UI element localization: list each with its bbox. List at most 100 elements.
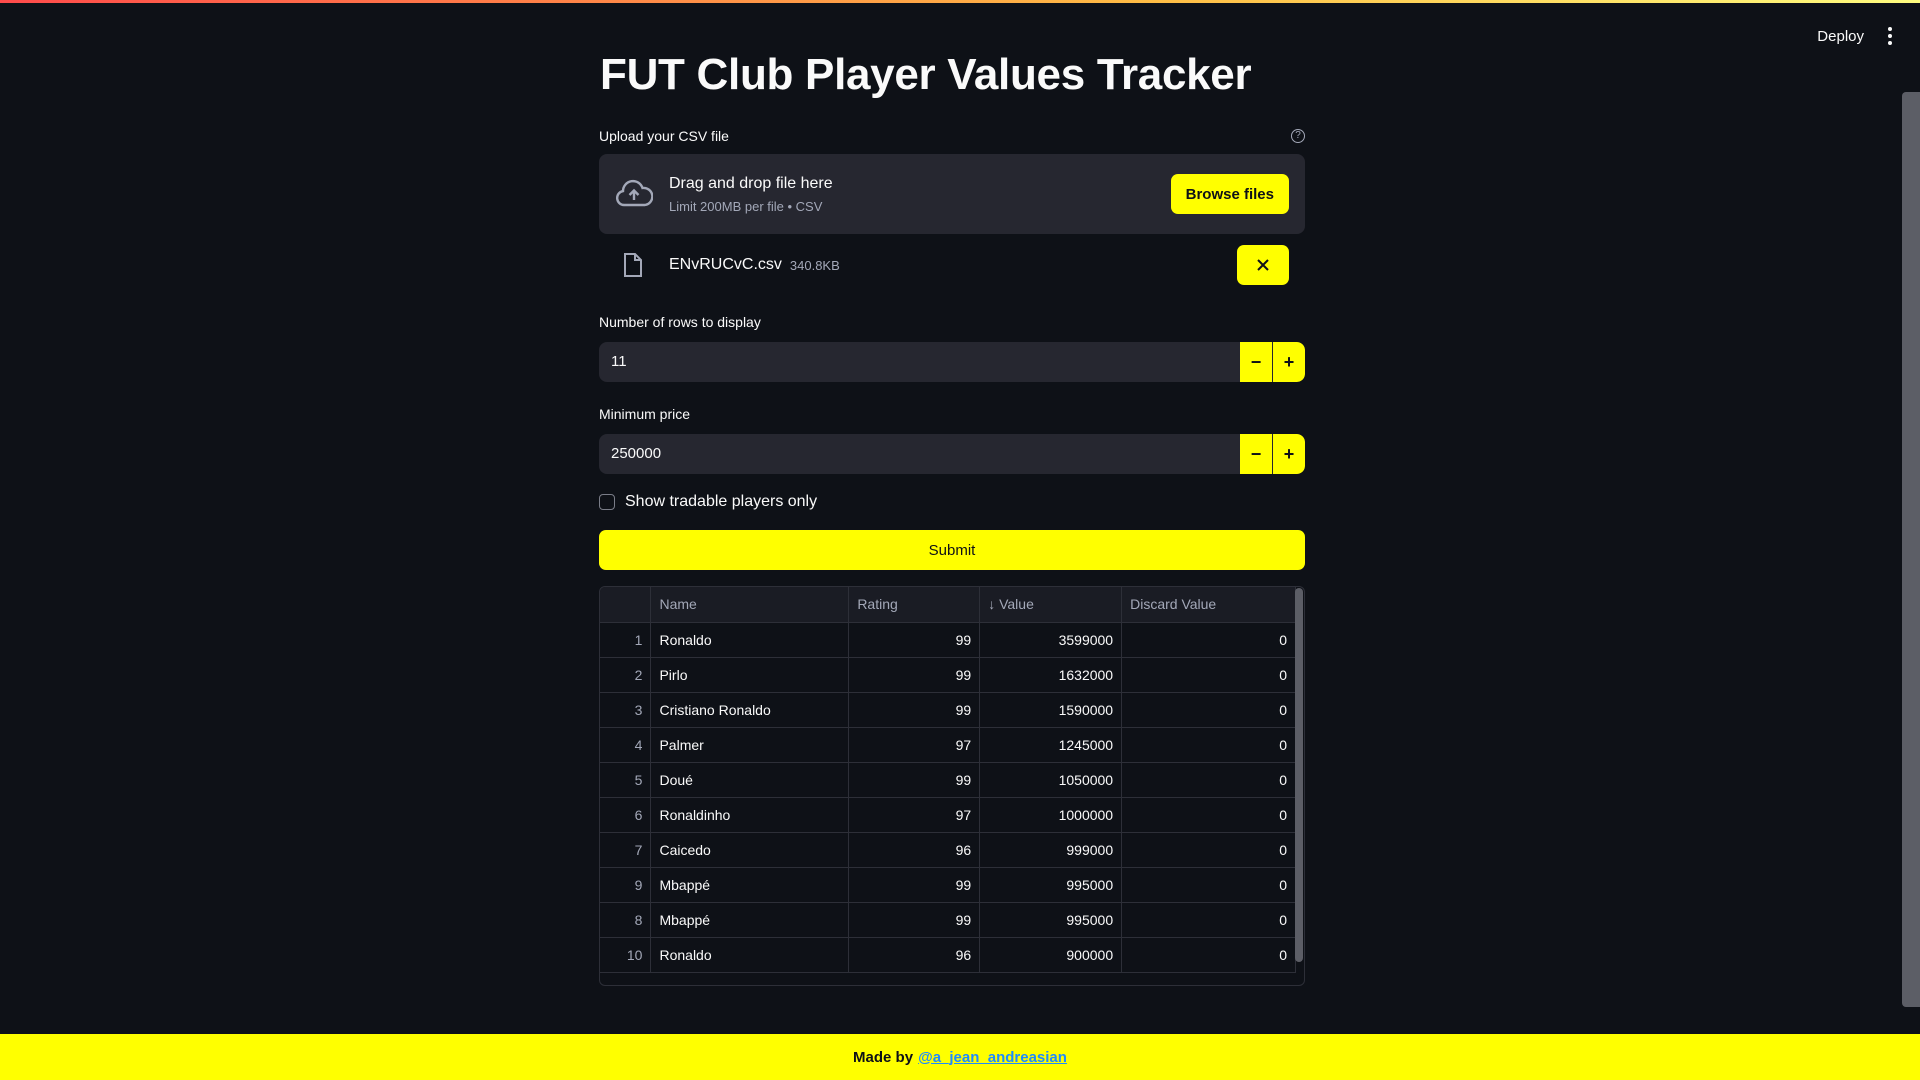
price-input-field[interactable]: 250000 [599,434,1240,474]
help-icon[interactable]: ? [1291,129,1305,143]
table-row[interactable]: 3 Cristiano Ronaldo 99 1590000 0 [600,692,1296,728]
table-row[interactable]: 5 Doué 99 1050000 0 [600,762,1296,798]
table-row[interactable]: 8 Mbappé 99 995000 0 [600,902,1296,938]
rows-number-input: 11 − + [599,342,1305,382]
table-cell[interactable]: 1245000 [979,727,1123,763]
table-cell[interactable]: 995000 [979,867,1123,903]
column-header-rating[interactable]: Rating [848,587,981,623]
table-cell[interactable]: 900000 [979,937,1123,973]
table-cell[interactable]: 7 [600,832,652,868]
table-row[interactable]: 2 Pirlo 99 1632000 0 [600,657,1296,693]
table-cell[interactable]: 1632000 [979,657,1123,693]
table-cell[interactable]: 0 [1121,867,1296,903]
uploaded-file: ENvRUCvC.csv 340.8KB [599,234,1305,296]
table-cell[interactable]: Mbappé [650,902,850,938]
price-increment-button[interactable]: + [1273,434,1305,474]
table-cell[interactable]: 99 [848,692,981,728]
table-cell[interactable]: 6 [600,797,652,833]
table-cell[interactable]: 5 [600,762,652,798]
price-input-label: Minimum price [599,406,691,422]
table-cell[interactable]: 99 [848,657,981,693]
table-cell[interactable]: 3 [600,692,652,728]
rows-input-field[interactable]: 11 [599,342,1240,382]
table-cell[interactable]: Pirlo [650,657,850,693]
table-cell[interactable]: Caicedo [650,832,850,868]
price-number-input: 250000 − + [599,434,1305,474]
table-cell[interactable]: 0 [1121,797,1296,833]
table-scrollbar[interactable] [1295,588,1303,962]
rows-decrement-button[interactable]: − [1240,342,1272,382]
column-header-value[interactable]: ↓ Value [979,587,1123,623]
table-cell[interactable]: 1 [600,622,652,658]
main-content: FUT Club Player Values Tracker Upload yo… [599,40,1305,986]
table-cell[interactable]: 0 [1121,622,1296,658]
browse-files-button[interactable]: Browse files [1170,174,1289,214]
tradable-checkbox-label[interactable]: Show tradable players only [625,493,817,511]
author-link[interactable]: @a_jean_andreasian [918,1049,1067,1066]
tradable-checkbox[interactable] [599,494,615,510]
submit-button[interactable]: Submit [599,530,1305,570]
footer: Made by @a_jean_andreasian [0,1034,1920,1080]
table-cell[interactable]: 99 [848,867,981,903]
table-cell[interactable]: 99 [848,902,981,938]
players-dataframe[interactable]: Name Rating ↓ Value Discard Value 1 Ronal… [599,586,1305,986]
table-cell[interactable]: Palmer [650,727,850,763]
table-cell[interactable]: Ronaldo [650,622,850,658]
table-cell[interactable]: 99 [848,762,981,798]
uploader-label: Upload your CSV file [599,128,729,144]
players-table: Name Rating ↓ Value Discard Value 1 Ronal… [600,587,1296,973]
table-row[interactable]: 10 Ronaldo 96 900000 0 [600,937,1296,973]
tradable-checkbox-row: Show tradable players only [599,488,1305,516]
page-scrollbar[interactable] [1902,92,1920,1007]
table-cell[interactable]: 1000000 [979,797,1123,833]
table-cell[interactable]: 999000 [979,832,1123,868]
page-title: FUT Club Player Values Tracker [600,50,1252,99]
column-header-index[interactable] [600,587,652,623]
deploy-button[interactable]: Deploy [1817,28,1864,45]
table-cell[interactable]: 0 [1121,762,1296,798]
table-cell[interactable]: 99 [848,622,981,658]
table-cell[interactable]: 8 [600,902,652,938]
footer-made-by: Made by [853,1048,914,1066]
main-menu-icon[interactable] [1886,27,1894,45]
table-cell[interactable]: Cristiano Ronaldo [650,692,850,728]
table-cell[interactable]: 0 [1121,902,1296,938]
file-dropzone[interactable]: Drag and drop file here Limit 200MB per … [599,154,1305,234]
table-row[interactable]: 6 Ronaldinho 97 1000000 0 [600,797,1296,833]
table-row[interactable]: 7 Caicedo 96 999000 0 [600,832,1296,868]
rows-increment-button[interactable]: + [1273,342,1305,382]
table-cell[interactable]: 9 [600,867,652,903]
table-cell[interactable]: 0 [1121,727,1296,763]
table-cell[interactable]: 1050000 [979,762,1123,798]
table-cell[interactable]: Mbappé [650,867,850,903]
table-cell[interactable]: Doué [650,762,850,798]
column-header-discard-value[interactable]: Discard Value [1121,587,1296,623]
table-cell[interactable]: 96 [848,832,981,868]
table-cell[interactable]: 2 [600,657,652,693]
table-cell[interactable]: 0 [1121,692,1296,728]
table-row[interactable]: 4 Palmer 97 1245000 0 [600,727,1296,763]
remove-file-button[interactable] [1237,245,1289,285]
rows-input-label: Number of rows to display [599,314,761,330]
uploader-label-row: Upload your CSV file ? [599,126,1305,146]
table-cell[interactable]: 0 [1121,832,1296,868]
table-cell[interactable]: 0 [1121,937,1296,973]
table-row[interactable]: 9 Mbappé 99 995000 0 [600,867,1296,903]
dropzone-subtitle: Limit 200MB per file • CSV [669,198,823,214]
table-cell[interactable]: 4 [600,727,652,763]
column-header-name[interactable]: Name [650,587,850,623]
table-cell[interactable]: 0 [1121,657,1296,693]
table-cell[interactable]: Ronaldo [650,937,850,973]
table-cell[interactable]: 96 [848,937,981,973]
table-header-row: Name Rating ↓ Value Discard Value [600,587,1296,623]
table-cell[interactable]: 10 [600,937,652,973]
app-header-actions: Deploy [1817,22,1894,50]
price-decrement-button[interactable]: − [1240,434,1272,474]
table-cell[interactable]: 97 [848,797,981,833]
table-cell[interactable]: 3599000 [979,622,1123,658]
table-row[interactable]: 1 Ronaldo 99 3599000 0 [600,622,1296,658]
table-cell[interactable]: 97 [848,727,981,763]
table-cell[interactable]: 995000 [979,902,1123,938]
table-cell[interactable]: 1590000 [979,692,1123,728]
table-cell[interactable]: Ronaldinho [650,797,850,833]
